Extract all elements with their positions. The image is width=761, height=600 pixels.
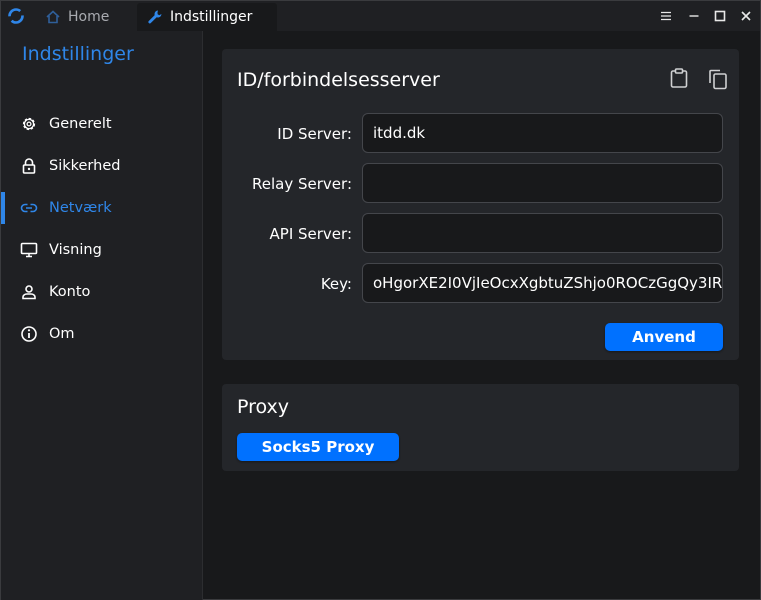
apply-button[interactable]: Anvend (605, 323, 723, 351)
lock-icon (22, 158, 36, 174)
sidebar-item-label: Visning (49, 242, 102, 258)
api-server-input[interactable] (362, 213, 723, 253)
server-card-title: ID/forbindelsesserver (237, 69, 440, 91)
sidebar: Indstillinger Generelt Sikkerhed Netværk (1, 31, 203, 600)
home-icon (46, 10, 60, 24)
sidebar-item-label: Om (49, 326, 75, 342)
app-window: Home Indstillinger Indstillinger Generel… (0, 0, 761, 600)
close-icon[interactable] (738, 8, 754, 24)
key-label: Key: (320, 275, 352, 293)
info-icon (21, 326, 37, 342)
minimize-icon[interactable] (686, 8, 702, 24)
server-settings-card: ID/forbindelsesserver ID Server: itdd.dk… (222, 49, 739, 360)
tab-home[interactable]: Home (37, 3, 135, 31)
relay-server-label: Relay Server: (252, 175, 352, 193)
tab-settings[interactable]: Indstillinger (137, 3, 277, 31)
sidebar-item-label: Generelt (49, 116, 112, 132)
person-icon (22, 285, 36, 300)
id-server-input[interactable]: itdd.dk (362, 113, 723, 153)
sidebar-item-om[interactable]: Om (1, 316, 201, 352)
wrench-icon (148, 10, 162, 24)
relay-server-input[interactable] (362, 163, 723, 203)
id-server-label: ID Server: (277, 125, 352, 143)
socks5-proxy-button[interactable]: Socks5 Proxy (237, 433, 399, 461)
sidebar-item-label: Netværk (49, 200, 112, 216)
menu-icon[interactable] (658, 8, 674, 24)
monitor-icon (20, 242, 38, 258)
api-server-label: API Server: (269, 225, 352, 243)
link-icon (20, 203, 38, 213)
sidebar-item-visning[interactable]: Visning (1, 232, 201, 268)
sidebar-title: Indstillinger (22, 43, 134, 65)
sidebar-item-sikkerhed[interactable]: Sikkerhed (1, 148, 201, 184)
sidebar-item-label: Sikkerhed (49, 158, 121, 174)
key-input[interactable]: oHgorXE2I0VjIeOcxXgbtuZShjo0ROCzGgQy3IRl (362, 263, 723, 303)
sidebar-item-generelt[interactable]: Generelt (1, 106, 201, 142)
maximize-icon[interactable] (712, 8, 728, 24)
clipboard-icon[interactable] (668, 67, 690, 89)
title-bar: Home Indstillinger (1, 1, 760, 31)
sidebar-item-netvaerk[interactable]: Netværk (1, 190, 201, 226)
tab-settings-label: Indstillinger (170, 9, 253, 25)
app-logo-icon (8, 8, 24, 24)
sidebar-item-konto[interactable]: Konto (1, 274, 201, 310)
proxy-card-title: Proxy (237, 396, 290, 418)
sidebar-item-label: Konto (49, 284, 91, 300)
gear-icon (22, 117, 36, 131)
tab-home-label: Home (68, 9, 110, 25)
proxy-card: Proxy Socks5 Proxy (222, 384, 739, 471)
copy-icon[interactable] (707, 68, 729, 90)
